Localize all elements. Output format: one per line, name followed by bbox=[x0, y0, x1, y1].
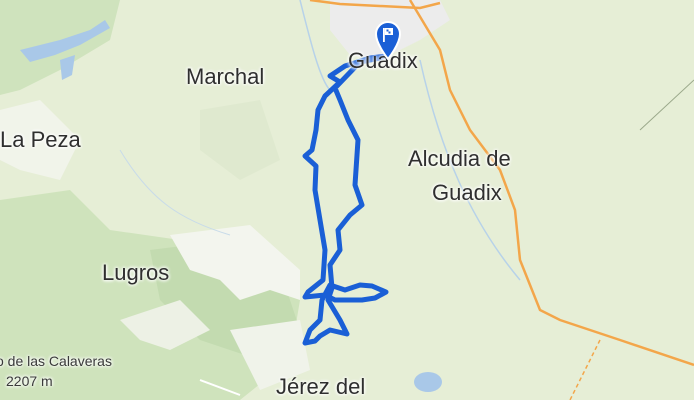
finish-flag-icon[interactable] bbox=[373, 20, 403, 60]
place-label-la-peza: La Peza bbox=[0, 127, 81, 152]
peak-label-calaveras: o de las Calaveras bbox=[0, 353, 112, 369]
place-label-marchal: Marchal bbox=[186, 64, 265, 89]
route-track[interactable] bbox=[0, 0, 694, 400]
place-label-lugros: Lugros bbox=[102, 260, 170, 285]
map-view[interactable]: Guadix Marchal La Peza Alcudia de Guadix… bbox=[0, 0, 694, 400]
place-label-alcudia-line1: Alcudia de bbox=[408, 146, 511, 171]
place-label-jerez: Jérez del bbox=[276, 374, 366, 399]
place-label-alcudia-line2: Guadix bbox=[432, 180, 502, 205]
peak-elevation-label: 2207 m bbox=[6, 373, 53, 389]
